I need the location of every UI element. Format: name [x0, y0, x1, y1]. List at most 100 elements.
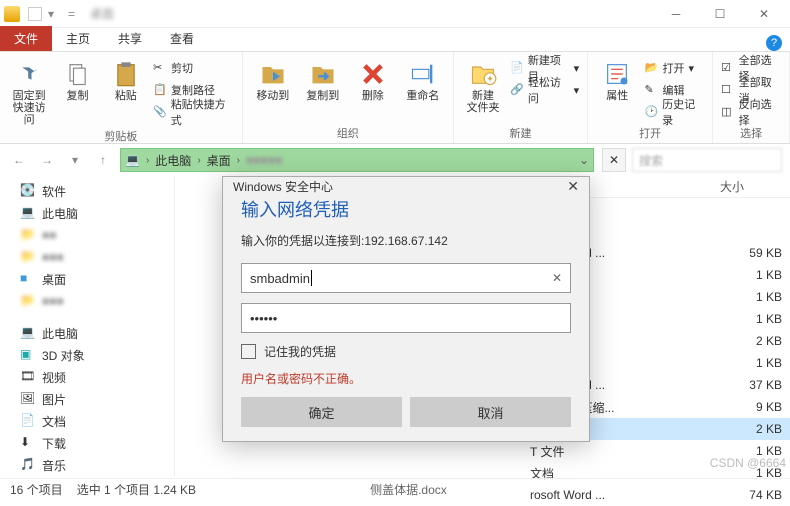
paste-icon	[112, 60, 140, 88]
easy-access-button[interactable]: 🔗轻松访问 ▾	[510, 80, 579, 100]
dialog-subtitle: 输入你的凭据以连接到:192.168.67.142	[241, 232, 571, 249]
minimize-button[interactable]: ─	[654, 0, 698, 28]
tab-home[interactable]: 主页	[52, 26, 104, 51]
col-size[interactable]: 大小	[720, 178, 790, 195]
tree-music[interactable]: 🎵音乐	[0, 454, 174, 476]
cut-button[interactable]: ✂剪切	[153, 58, 234, 78]
pin-icon	[15, 60, 43, 88]
properties-icon	[603, 60, 631, 88]
copyto-button[interactable]: 复制到	[301, 56, 345, 102]
tree-item[interactable]: 📁■■	[0, 224, 174, 246]
address-dropdown[interactable]: ⌄	[579, 153, 589, 167]
help-icon[interactable]: ?	[766, 35, 782, 51]
tree-pictures[interactable]: 🖼图片	[0, 388, 174, 410]
music-icon: 🎵	[20, 457, 36, 473]
ribbon: 固定到 快速访问 复制 粘贴 ✂剪切 📋复制路径 📎粘贴快捷方式 剪贴板 移动到…	[0, 52, 790, 144]
tree-documents[interactable]: 📄文档	[0, 410, 174, 432]
history-button[interactable]: 🕑历史记录	[644, 102, 704, 122]
crumb-pc[interactable]: 此电脑	[155, 152, 191, 169]
tree-item[interactable]: 📁■■■	[0, 290, 174, 312]
pin-button[interactable]: 固定到 快速访问	[8, 56, 50, 126]
tab-view[interactable]: 查看	[156, 26, 208, 51]
pc-icon: 💻	[20, 205, 36, 221]
properties-button[interactable]: 属性	[596, 56, 638, 102]
group-label-organize: 组织	[251, 123, 445, 141]
dialog-error: 用户名或密码不正确。	[241, 370, 571, 387]
tab-share[interactable]: 共享	[104, 26, 156, 51]
easy-access-icon: 🔗	[510, 83, 524, 97]
svg-text:✦: ✦	[486, 74, 494, 84]
dialog-heading: 输入网络凭据	[241, 196, 571, 222]
group-label-clipboard: 剪贴板	[8, 126, 234, 144]
invert-selection-button[interactable]: ◫反向选择	[721, 102, 781, 122]
rename-icon	[409, 60, 437, 88]
ok-button[interactable]: 确定	[241, 397, 402, 427]
path-icon: 📋	[153, 83, 167, 97]
group-label-select: 选择	[721, 123, 781, 141]
window-title: 桌面	[90, 5, 114, 22]
folder-icon: 📁	[20, 227, 36, 243]
folder-icon	[4, 6, 20, 22]
paste-shortcut-button[interactable]: 📎粘贴快捷方式	[153, 102, 234, 122]
copyto-icon	[309, 60, 337, 88]
cancel-button[interactable]: 取消	[410, 397, 571, 427]
tree-videos[interactable]: 🎞视频	[0, 366, 174, 388]
forward-button[interactable]: →	[36, 149, 58, 171]
navigation-pane: 💽软件 💻此电脑 📁■■ 📁■■■ ■桌面 📁■■■ 💻此电脑 ▣3D 对象 🎞…	[0, 176, 175, 476]
dialog-close-button[interactable]: ✕	[567, 178, 579, 195]
qat-dropdown-icon[interactable]: ▾	[48, 7, 62, 21]
ribbon-tabs: 文件 主页 共享 查看 ?	[0, 28, 790, 52]
delete-button[interactable]: 删除	[351, 56, 395, 102]
copy-button[interactable]: 复制	[56, 56, 98, 102]
password-input[interactable]: ••••••	[241, 303, 571, 333]
search-input[interactable]: 搜索	[632, 148, 782, 172]
documents-icon: 📄	[20, 413, 36, 429]
refresh-button[interactable]: ✕	[602, 148, 626, 172]
close-button[interactable]: ✕	[742, 0, 786, 28]
recent-dropdown[interactable]: ▾	[64, 149, 86, 171]
dialog-title: Windows 安全中心	[233, 178, 333, 195]
remember-checkbox[interactable]: 记住我的凭据	[241, 343, 571, 360]
folder-icon: 📁	[20, 293, 36, 309]
tree-3d[interactable]: ▣3D 对象	[0, 344, 174, 366]
status-filename: 侧盖体据.docx	[370, 481, 447, 498]
delete-icon	[359, 60, 387, 88]
tree-thispc[interactable]: 💻此电脑	[0, 202, 174, 224]
edit-icon: ✎	[644, 83, 658, 97]
group-label-open: 打开	[596, 123, 704, 141]
moveto-button[interactable]: 移动到	[251, 56, 295, 102]
crumb-sub[interactable]: ■■■■■	[246, 153, 282, 167]
username-input[interactable]: smbadmin ✕	[241, 263, 571, 293]
open-button[interactable]: 📂打开 ▾	[644, 58, 704, 78]
copy-icon	[63, 60, 91, 88]
maximize-button[interactable]: ☐	[698, 0, 742, 28]
paste-button[interactable]: 粘贴	[105, 56, 147, 102]
tree-thispc2[interactable]: 💻此电脑	[0, 322, 174, 344]
qat-separator: =	[68, 7, 82, 21]
invert-icon: ◫	[721, 105, 734, 119]
crumb-desktop[interactable]: 桌面	[207, 152, 231, 169]
address-bar[interactable]: 💻 › 此电脑 › 桌面 › ■■■■■ ⌄	[120, 148, 594, 172]
pc-icon: 💻	[20, 325, 36, 341]
video-icon: 🎞	[20, 369, 36, 385]
quick-access-toolbar: ▾ =	[28, 7, 82, 21]
checkbox-icon	[241, 344, 256, 359]
tree-software[interactable]: 💽软件	[0, 180, 174, 202]
folder-icon: 📁	[20, 249, 36, 265]
clear-icon[interactable]: ✕	[552, 271, 562, 285]
back-button[interactable]: ←	[8, 149, 30, 171]
up-button[interactable]: ↑	[92, 149, 114, 171]
qat-icon[interactable]	[28, 7, 42, 21]
watermark: CSDN @6664	[710, 456, 786, 470]
new-item-icon: 📄	[510, 61, 524, 75]
tree-item[interactable]: 📁■■■	[0, 246, 174, 268]
new-folder-button[interactable]: ✦新建 文件夹	[462, 56, 504, 114]
tree-downloads[interactable]: ⬇下载	[0, 432, 174, 454]
tab-file[interactable]: 文件	[0, 26, 52, 51]
history-icon: 🕑	[644, 105, 658, 119]
status-bar: 16 个项目 选中 1 个项目 1.24 KB 侧盖体据.docx	[0, 478, 790, 500]
status-count: 16 个项目	[10, 481, 63, 498]
pictures-icon: 🖼	[20, 391, 36, 407]
tree-desktop[interactable]: ■桌面	[0, 268, 174, 290]
rename-button[interactable]: 重命名	[401, 56, 445, 102]
